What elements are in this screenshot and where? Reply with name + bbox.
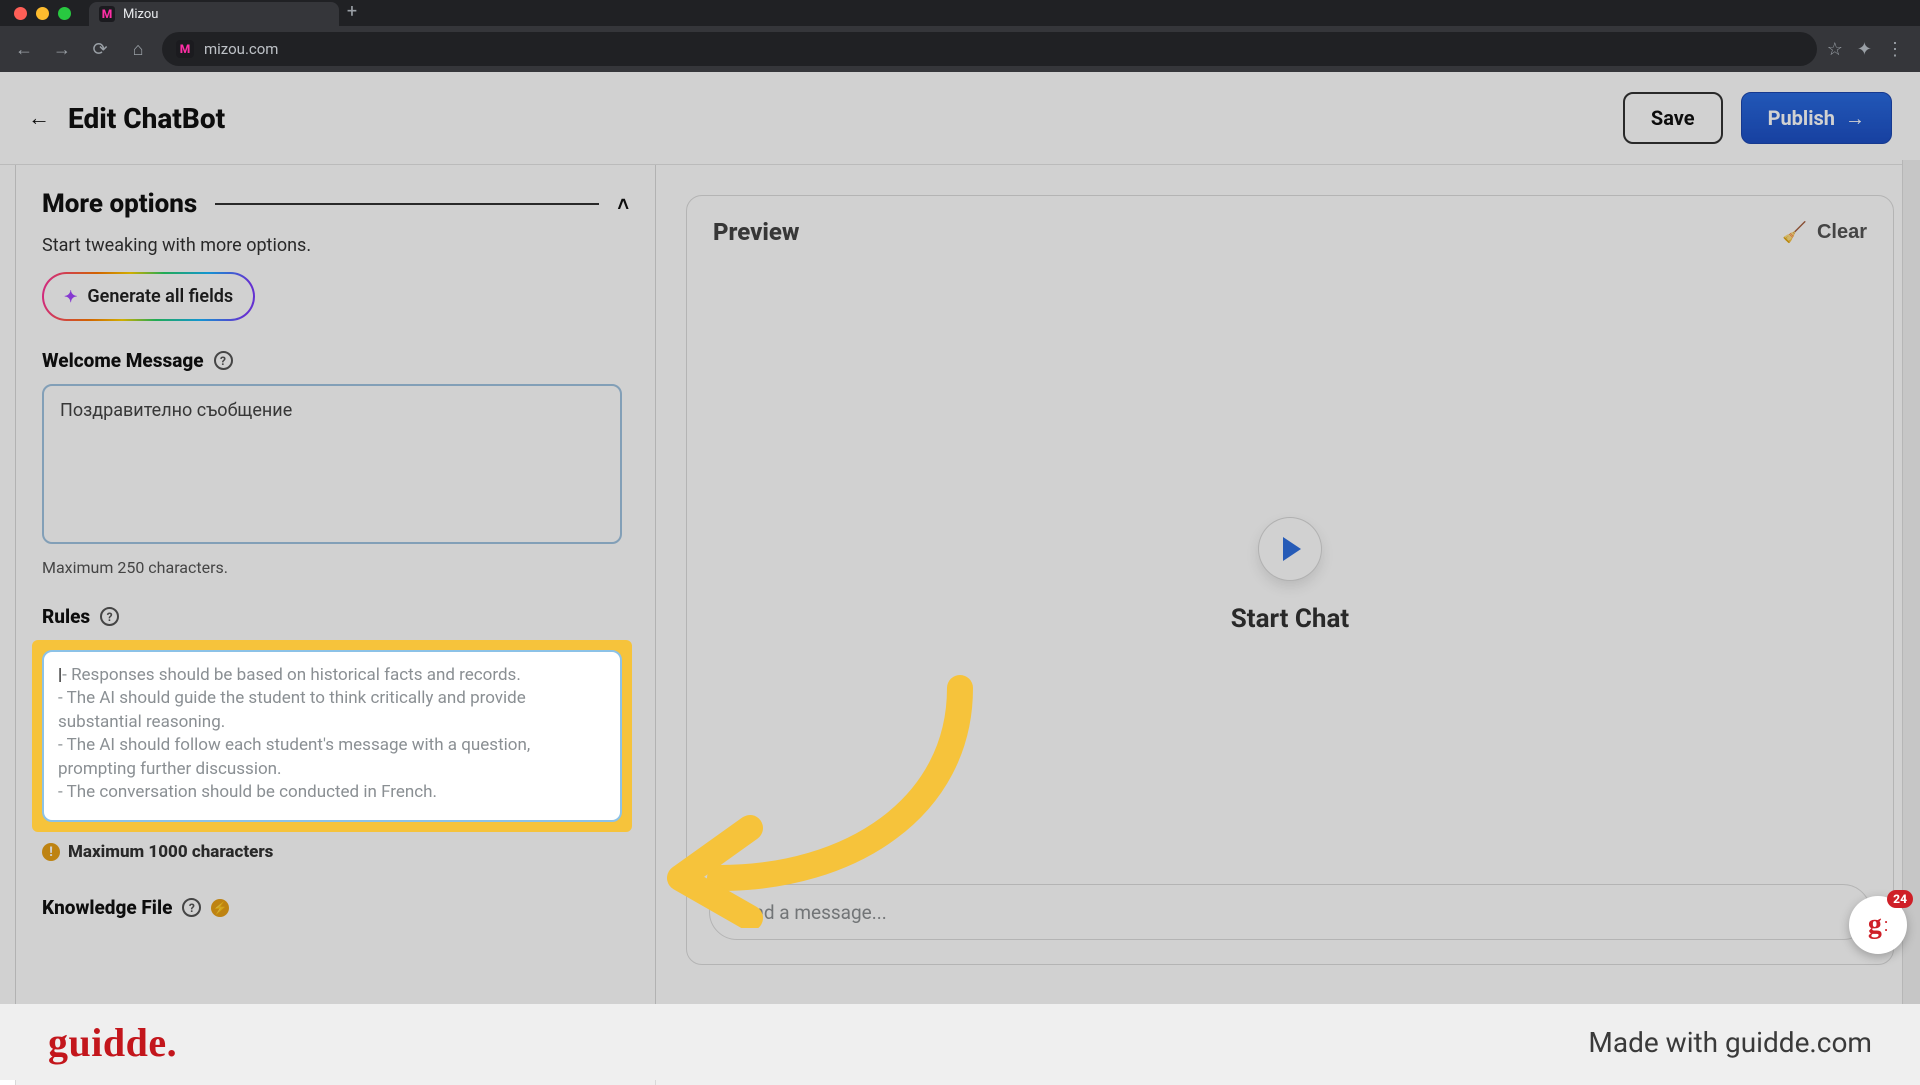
minimize-window-icon[interactable] <box>36 7 49 20</box>
welcome-message-input[interactable] <box>42 384 622 544</box>
warning-icon: ! <box>42 843 60 861</box>
play-icon <box>1283 537 1301 561</box>
welcome-message-label: Welcome Message <box>42 349 204 372</box>
browser-tab[interactable]: M Mizou <box>89 2 339 26</box>
toolbar: ← → ⟳ ⌂ M mizou.com ☆ ✦ ⋮ <box>0 26 1920 72</box>
rules-label: Rules <box>42 605 90 628</box>
help-icon[interactable]: ? <box>100 607 119 626</box>
address-bar[interactable]: M mizou.com <box>162 32 1817 66</box>
window-controls <box>10 7 83 26</box>
nav-back-icon[interactable]: ← <box>10 39 38 60</box>
back-arrow-icon[interactable]: ← <box>28 105 50 131</box>
rules-hint-text: Maximum 1000 characters <box>68 842 273 862</box>
guidde-fab-dots-icon: : <box>1884 922 1888 930</box>
bookmark-star-icon[interactable]: ☆ <box>1827 39 1843 60</box>
maximize-window-icon[interactable] <box>58 7 71 20</box>
rules-highlight-annotation: |- Responses should be based on historic… <box>32 640 632 832</box>
guidde-fab[interactable]: g : 24 <box>1849 896 1907 954</box>
message-placeholder: Send a message... <box>732 901 887 924</box>
rules-input[interactable]: |- Responses should be based on historic… <box>42 650 622 822</box>
home-icon[interactable]: ⌂ <box>124 39 152 60</box>
clear-button[interactable]: 🧹 Clear <box>1782 220 1867 245</box>
bolt-badge-icon: ⚡ <box>211 899 229 917</box>
new-tab-button[interactable]: + <box>339 1 365 26</box>
save-button[interactable]: Save <box>1623 92 1723 144</box>
preview-card: Preview 🧹 Clear Start Chat Send a <box>686 195 1894 965</box>
publish-button[interactable]: Publish → <box>1741 92 1892 144</box>
save-button-label: Save <box>1651 106 1695 130</box>
generate-all-fields-button[interactable]: ✦ Generate all fields <box>42 272 255 321</box>
site-favicon-icon: M <box>176 40 194 58</box>
rules-placeholder-line: - The AI should guide the student to thi… <box>58 688 526 731</box>
start-chat-button[interactable] <box>1259 518 1321 580</box>
guidde-fab-icon: g <box>1868 909 1882 941</box>
guidde-fab-badge: 24 <box>1887 890 1913 908</box>
sparkle-icon: ✦ <box>64 287 77 306</box>
extensions-icon[interactable]: ✦ <box>1857 39 1872 60</box>
rules-placeholder-line: - The conversation should be conducted i… <box>58 782 437 802</box>
publish-button-label: Publish <box>1768 106 1835 130</box>
settings-panel: More options ˄ Start tweaking with more … <box>16 165 656 1085</box>
clear-button-label: Clear <box>1817 221 1867 244</box>
scrollbar[interactable] <box>1902 160 1920 1080</box>
preview-title: Preview <box>713 218 799 246</box>
nav-forward-icon[interactable]: → <box>48 39 76 60</box>
message-input[interactable]: Send a message... <box>709 884 1871 940</box>
reload-icon[interactable]: ⟳ <box>86 39 114 60</box>
more-options-subtext: Start tweaking with more options. <box>42 227 629 272</box>
close-window-icon[interactable] <box>14 7 27 20</box>
knowledge-file-label: Knowledge File <box>42 896 172 919</box>
tab-favicon-icon: M <box>99 6 115 22</box>
arrow-right-icon: → <box>1845 106 1865 131</box>
app-header: ← Edit ChatBot Save Publish → <box>0 72 1920 165</box>
more-options-label: More options <box>42 189 197 219</box>
broom-icon: 🧹 <box>1782 220 1807 245</box>
generate-all-label: Generate all fields <box>87 286 233 307</box>
help-icon[interactable]: ? <box>214 351 233 370</box>
left-gutter <box>0 165 16 1085</box>
page-title: Edit ChatBot <box>68 102 225 135</box>
guidde-made-with: Made with guidde.com <box>1588 1026 1872 1059</box>
help-icon[interactable]: ? <box>182 898 201 917</box>
tab-strip: M Mizou + <box>0 0 1920 26</box>
kebab-menu-icon[interactable]: ⋮ <box>1886 39 1904 60</box>
chevron-up-icon: ˄ <box>617 192 629 217</box>
tab-title: Mizou <box>123 7 158 22</box>
guidde-logo: guidde. <box>48 1019 177 1066</box>
more-options-toggle[interactable]: More options ˄ <box>42 175 629 227</box>
rules-placeholder-line: - Responses should be based on historica… <box>62 665 521 685</box>
address-text: mizou.com <box>204 40 278 58</box>
welcome-message-hint: Maximum 250 characters. <box>42 558 629 577</box>
rules-placeholder-line: - The AI should follow each student's me… <box>58 735 530 778</box>
guidde-footer: guidde. Made with guidde.com <box>0 1004 1920 1080</box>
start-chat-label: Start Chat <box>1231 604 1349 634</box>
preview-panel: Preview 🧹 Clear Start Chat Send a <box>656 165 1920 1085</box>
